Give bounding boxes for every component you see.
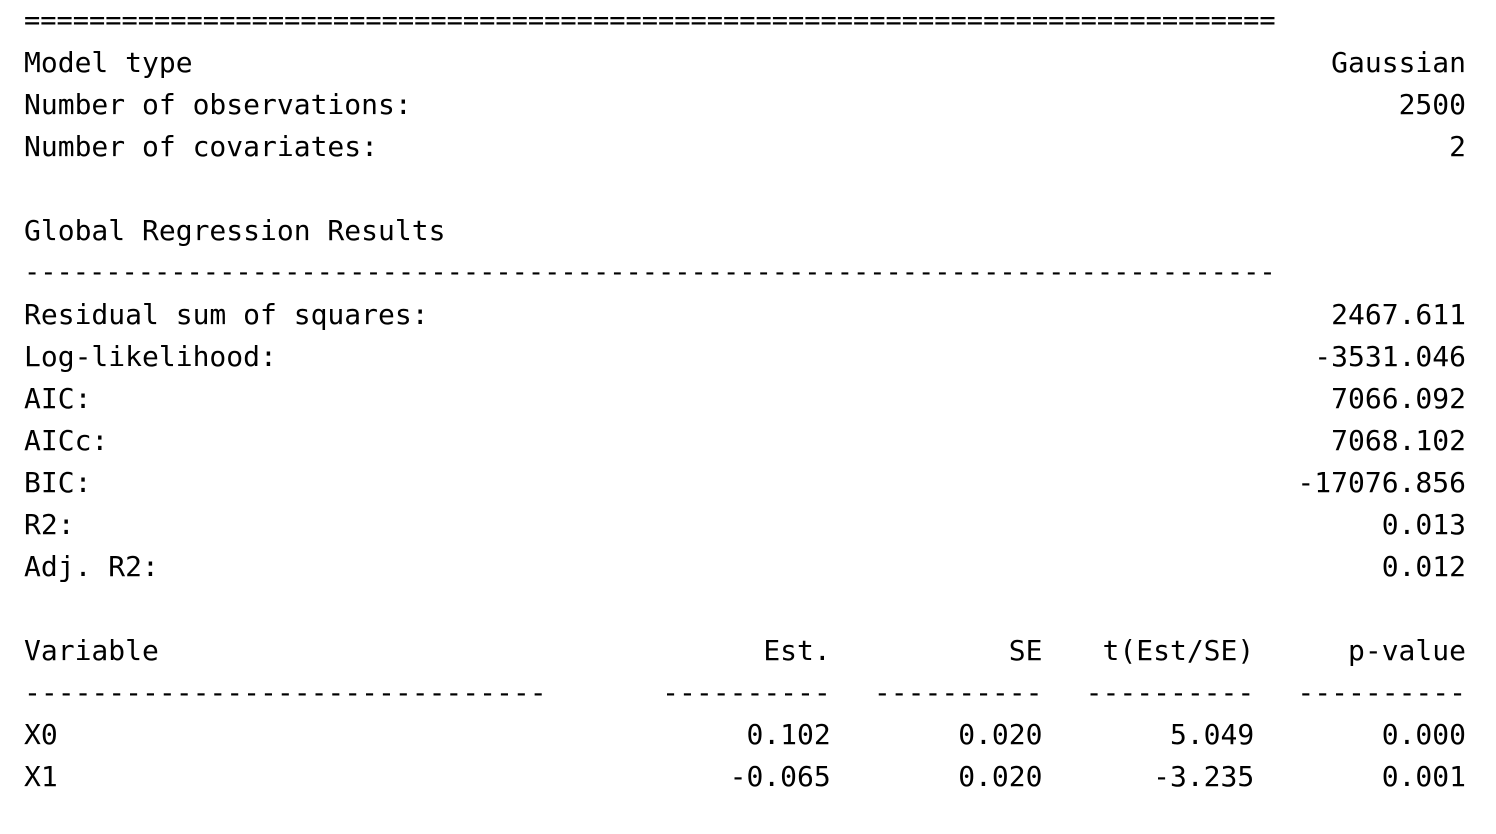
stat-row: AIC: 7066.092 bbox=[24, 378, 1466, 420]
header-est: Est. bbox=[763, 634, 831, 667]
cell-est: -0.065 bbox=[729, 760, 831, 793]
cell-variable: X1 bbox=[24, 760, 58, 793]
stat-label: Log-likelihood: bbox=[24, 340, 277, 373]
stat-label: Adj. R2: bbox=[24, 550, 159, 583]
stat-value: 0.013 bbox=[1381, 508, 1466, 541]
stat-value: -17076.856 bbox=[1297, 466, 1466, 499]
cell-variable: X0 bbox=[24, 718, 58, 751]
top-rule: ========================================… bbox=[24, 5, 1276, 36]
stat-row: BIC: -17076.856 bbox=[24, 462, 1466, 504]
global-results-title: Global Regression Results bbox=[24, 214, 446, 247]
cell-se: 0.020 bbox=[958, 718, 1043, 751]
cell-se: 0.020 bbox=[958, 760, 1043, 793]
stat-label: R2: bbox=[24, 508, 75, 541]
stat-value: 0.012 bbox=[1381, 550, 1466, 583]
stat-row: R2: 0.013 bbox=[24, 504, 1466, 546]
cell-p-value: 0.001 bbox=[1381, 760, 1466, 793]
header-t: t(Est/SE) bbox=[1102, 634, 1255, 667]
separator-est: ---------- bbox=[662, 676, 831, 709]
header-variable: Variable bbox=[24, 634, 159, 667]
stat-value: -3531.046 bbox=[1314, 340, 1466, 373]
separator-se: ---------- bbox=[873, 676, 1043, 709]
model-type-value: Gaussian bbox=[1331, 46, 1466, 79]
cell-t: -3.235 bbox=[1153, 760, 1255, 793]
stat-value: 7066.092 bbox=[1331, 382, 1466, 415]
section-rule: ----------------------------------------… bbox=[24, 257, 1276, 288]
stat-value: 2467.611 bbox=[1331, 298, 1466, 331]
separator-p-value: ---------- bbox=[1297, 676, 1466, 709]
stat-row: Residual sum of squares: 2467.611 bbox=[24, 294, 1466, 336]
stat-label: Residual sum of squares: bbox=[24, 298, 429, 331]
stat-row: Adj. R2: 0.012 bbox=[24, 546, 1466, 588]
stat-label: AICc: bbox=[24, 424, 109, 457]
header-se: SE bbox=[1008, 634, 1043, 667]
stat-label: AIC: bbox=[24, 382, 92, 415]
separator-variable: ------------------------------- bbox=[24, 676, 547, 709]
observations-row: Number of observations: 2500 bbox=[24, 84, 1466, 126]
observations-value: 2500 bbox=[1398, 88, 1466, 121]
stat-row: Log-likelihood: -3531.046 bbox=[24, 336, 1466, 378]
model-type-row: Model type Gaussian bbox=[24, 42, 1466, 84]
cell-t: 5.049 bbox=[1169, 718, 1255, 751]
stat-value: 7068.102 bbox=[1331, 424, 1466, 457]
cell-est: 0.102 bbox=[746, 718, 831, 751]
covariates-value: 2 bbox=[1449, 130, 1466, 163]
regression-report: ========================================… bbox=[24, 0, 1466, 798]
table-row: X0 0.102 0.020 5.049 0.000 bbox=[24, 714, 1466, 756]
covariates-row: Number of covariates: 2 bbox=[24, 126, 1466, 168]
table-separator-row: ------------------------------- --------… bbox=[24, 672, 1466, 714]
observations-label: Number of observations: bbox=[24, 88, 412, 121]
covariates-label: Number of covariates: bbox=[24, 130, 379, 163]
stat-row: AICc: 7068.102 bbox=[24, 420, 1466, 462]
table-row: X1 -0.065 0.020 -3.235 0.001 bbox=[24, 756, 1466, 798]
header-p-value: p-value bbox=[1347, 634, 1466, 667]
cell-p-value: 0.000 bbox=[1381, 718, 1466, 751]
stat-label: BIC: bbox=[24, 466, 92, 499]
model-type-label: Model type bbox=[24, 46, 193, 79]
table-header-row: Variable Est. SE t(Est/SE) p-value bbox=[24, 630, 1466, 672]
separator-t: ---------- bbox=[1085, 676, 1255, 709]
